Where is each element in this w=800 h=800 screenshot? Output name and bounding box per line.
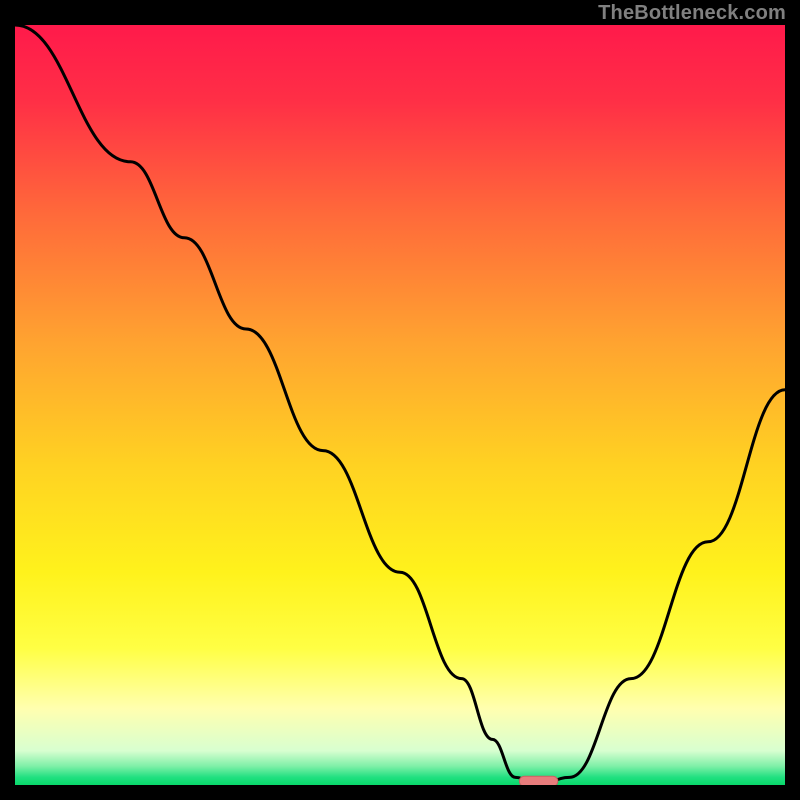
chart-frame <box>15 25 785 785</box>
optimal-point-marker <box>519 776 558 785</box>
watermark-text: TheBottleneck.com <box>598 2 786 25</box>
gradient-background <box>15 25 785 785</box>
bottleneck-chart <box>15 25 785 785</box>
